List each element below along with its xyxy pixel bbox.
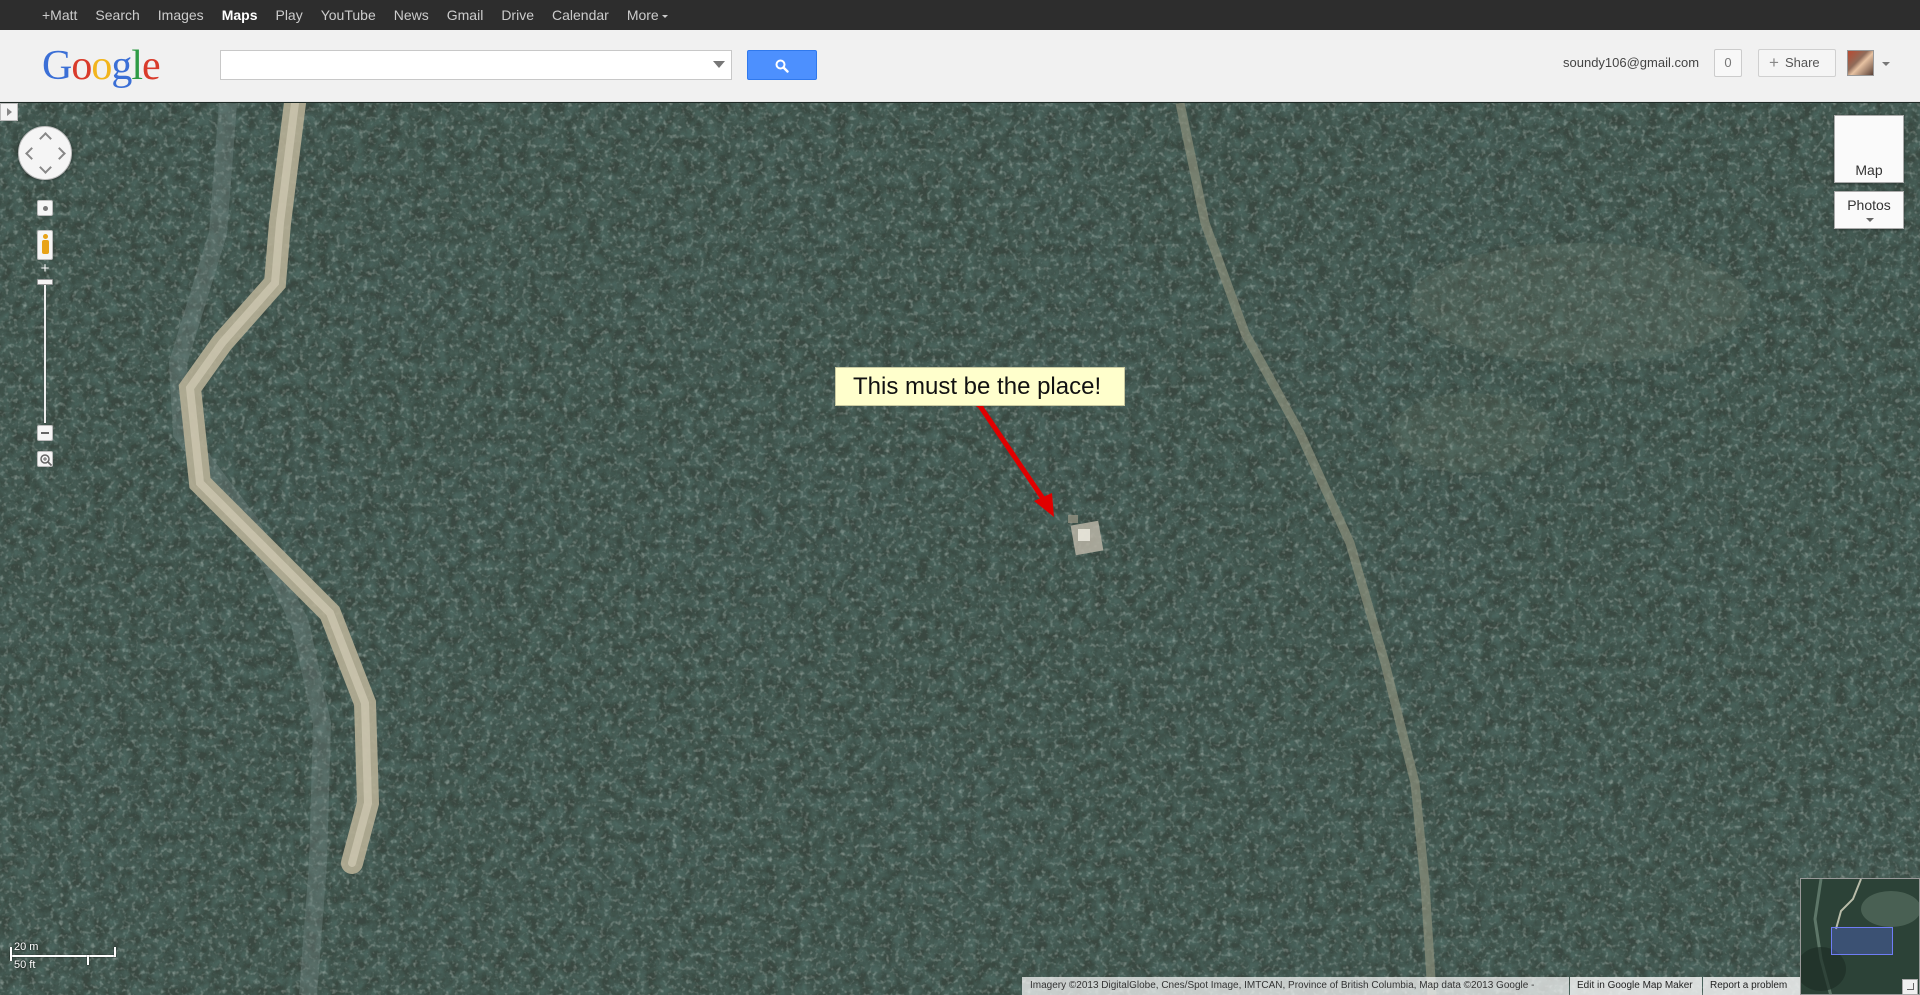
maptype-photos-label: Photos bbox=[1847, 197, 1891, 213]
map-scale: 20 m 50 ft bbox=[10, 941, 116, 973]
top-navigation-bar: +Matt Search Images Maps Play YouTube Ne… bbox=[0, 0, 1920, 30]
magnifier-icon bbox=[775, 59, 789, 73]
report-problem-link[interactable]: Report a problem bbox=[1703, 977, 1801, 995]
scale-metric: 20 m bbox=[14, 941, 39, 953]
map-canvas[interactable]: This must be the place! + Map Photos 20 … bbox=[0, 103, 1920, 995]
notification-count[interactable]: 0 bbox=[1714, 49, 1742, 77]
search-input[interactable] bbox=[221, 51, 701, 79]
collapse-panel-toggle[interactable] bbox=[0, 103, 18, 121]
logo-letter: o bbox=[91, 43, 112, 89]
scale-imperial: 50 ft bbox=[14, 959, 36, 971]
zoom-slider-handle[interactable] bbox=[37, 279, 53, 285]
search-box bbox=[220, 50, 732, 80]
nav-youtube[interactable]: YouTube bbox=[321, 7, 376, 23]
collapse-overview-icon[interactable] bbox=[1902, 979, 1918, 995]
nav-search[interactable]: Search bbox=[95, 7, 139, 23]
logo-letter: e bbox=[142, 43, 161, 89]
nav-plus-matt[interactable]: +Matt bbox=[42, 7, 77, 23]
zoom-area-button[interactable] bbox=[37, 451, 53, 467]
pan-right-icon[interactable] bbox=[53, 147, 66, 160]
search-button[interactable] bbox=[747, 50, 817, 80]
map-attribution: Imagery ©2013 DigitalGlobe, Cnes/Spot Im… bbox=[1022, 977, 1569, 995]
scale-tick bbox=[10, 947, 12, 961]
logo-letter: g bbox=[111, 43, 132, 89]
nav-calendar[interactable]: Calendar bbox=[552, 7, 609, 23]
logo-letter: l bbox=[131, 43, 143, 89]
maptype-photos-button[interactable]: Photos bbox=[1834, 191, 1904, 229]
overview-map[interactable] bbox=[1800, 878, 1920, 995]
annotation-callout: This must be the place! bbox=[835, 367, 1125, 406]
logo-letter: G bbox=[42, 43, 72, 89]
pan-control[interactable] bbox=[18, 126, 72, 180]
scale-line bbox=[10, 955, 116, 957]
google-logo[interactable]: Google bbox=[42, 43, 161, 89]
nav-news[interactable]: News bbox=[394, 7, 429, 23]
pegman-icon[interactable] bbox=[37, 230, 53, 260]
scale-tick bbox=[87, 955, 89, 965]
pan-up-icon[interactable] bbox=[39, 132, 52, 145]
chevron-down-icon[interactable] bbox=[1882, 62, 1890, 66]
overview-viewport-box[interactable] bbox=[1831, 927, 1893, 955]
scale-tick bbox=[114, 947, 116, 957]
share-button[interactable]: + Share bbox=[1758, 49, 1836, 77]
zoom-out-button[interactable] bbox=[37, 425, 53, 441]
header: Google soundy106@gmail.com 0 + Share bbox=[0, 30, 1920, 102]
nav-more-label: More bbox=[626, 7, 659, 23]
share-label: Share bbox=[1784, 55, 1820, 70]
center-icon[interactable] bbox=[37, 200, 53, 216]
nav-play[interactable]: Play bbox=[275, 7, 302, 23]
zoom-in-button[interactable]: + bbox=[37, 261, 53, 278]
chevron-down-icon bbox=[661, 14, 668, 18]
maptype-map-button[interactable]: Map bbox=[1834, 115, 1904, 183]
nav-more[interactable]: More bbox=[627, 7, 668, 23]
nav-maps[interactable]: Maps bbox=[222, 7, 258, 23]
nav-images[interactable]: Images bbox=[158, 7, 204, 23]
zoom-slider-track[interactable] bbox=[44, 281, 46, 423]
nav-gmail[interactable]: Gmail bbox=[447, 7, 484, 23]
search-dropdown-arrow-icon[interactable] bbox=[713, 61, 725, 68]
maptype-map-label: Map bbox=[1855, 162, 1883, 178]
nav-drive[interactable]: Drive bbox=[501, 7, 534, 23]
pan-left-icon[interactable] bbox=[25, 147, 38, 160]
satellite-imagery[interactable] bbox=[0, 103, 1920, 995]
pan-down-icon[interactable] bbox=[39, 161, 52, 174]
edit-in-map-maker-link[interactable]: Edit in Google Map Maker bbox=[1570, 977, 1702, 995]
avatar[interactable] bbox=[1847, 50, 1874, 76]
logo-letter: o bbox=[71, 43, 92, 89]
chevron-down-icon bbox=[1866, 218, 1874, 222]
plus-icon: + bbox=[1769, 53, 1779, 72]
top-nav-links: +Matt Search Images Maps Play YouTube Ne… bbox=[42, 0, 686, 30]
account-email[interactable]: soundy106@gmail.com bbox=[1563, 55, 1699, 70]
zoom-area-icon bbox=[40, 454, 53, 467]
